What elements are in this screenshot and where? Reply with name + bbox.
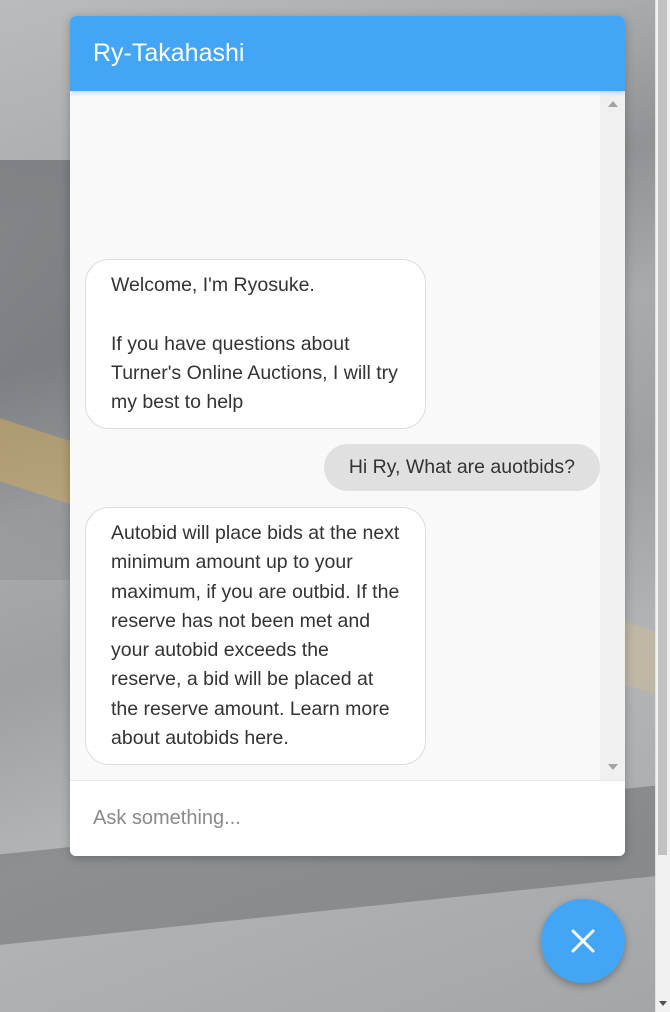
chat-input[interactable] bbox=[70, 781, 625, 856]
message-list: Welcome, I'm Ryosuke. If you have questi… bbox=[70, 91, 600, 780]
page-scrollbar[interactable] bbox=[655, 0, 670, 1012]
chat-window: Ry-Takahashi Welcome, I'm Ryosuke. If yo… bbox=[70, 16, 625, 856]
close-chat-button[interactable] bbox=[541, 899, 625, 983]
chat-header: Ry-Takahashi bbox=[70, 16, 625, 91]
scroll-up-arrow[interactable] bbox=[608, 101, 618, 107]
page-scroll-down-arrow[interactable] bbox=[659, 1001, 667, 1006]
bot-message: Welcome, I'm Ryosuke. If you have questi… bbox=[85, 259, 426, 430]
scroll-down-arrow[interactable] bbox=[608, 764, 618, 770]
bot-message: Autobid will place bids at the next mini… bbox=[85, 507, 426, 766]
chat-title: Ry-Takahashi bbox=[93, 39, 245, 67]
user-message: Hi Ry, What are auotbids? bbox=[323, 444, 600, 492]
background-shadow bbox=[0, 160, 70, 580]
chat-scrollbar[interactable] bbox=[600, 91, 625, 780]
chat-input-bar bbox=[70, 780, 625, 856]
page-scrollbar-thumb[interactable] bbox=[658, 0, 667, 855]
close-icon bbox=[571, 929, 595, 953]
